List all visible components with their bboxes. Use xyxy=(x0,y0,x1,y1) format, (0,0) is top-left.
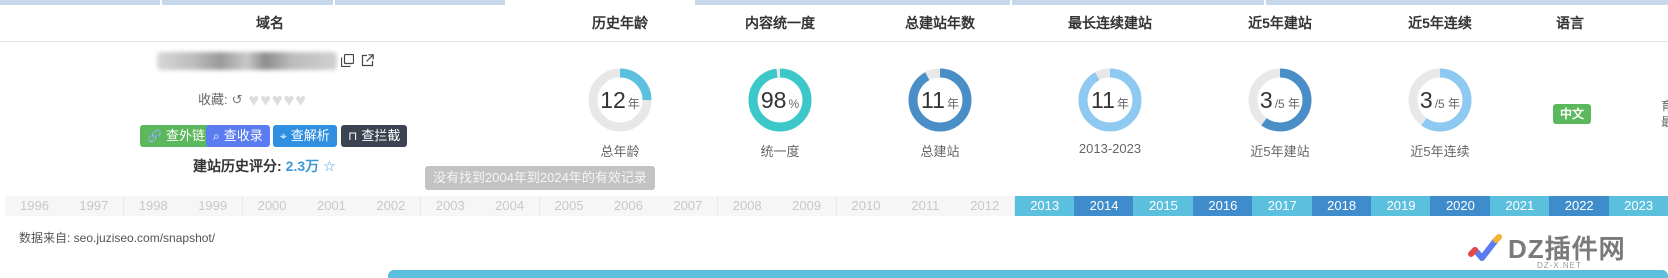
year-cell-2023[interactable]: 2023 xyxy=(1608,196,1668,216)
metric-recent5-continuous: 3/5 年近5年连续 xyxy=(1360,67,1520,187)
year-cell-2007[interactable]: 2007 xyxy=(658,196,719,216)
check-block-label: 查拦截 xyxy=(361,128,401,143)
metric-label: 统一度 xyxy=(760,144,800,159)
heart-rating-icons[interactable]: ♥♥♥♥♥ xyxy=(249,90,307,110)
metric-label: 总建站 xyxy=(920,144,960,159)
check-index-button[interactable]: ⌕ 查收录 xyxy=(206,125,270,147)
favorite-label: 收藏: xyxy=(198,92,228,107)
metric-longest-streak: 11 年 2013-2023 xyxy=(1030,67,1190,187)
check-backlinks-button[interactable]: 🔗 查外链 xyxy=(140,125,212,147)
clipped-column-text: 育 最 xyxy=(1661,99,1668,129)
location-pin-icon: ⌖ xyxy=(280,129,287,143)
metric-content-uniformity: 98% 统一度 xyxy=(700,67,860,187)
metric-number: 12 xyxy=(600,87,626,113)
year-cell-1999[interactable]: 1999 xyxy=(183,196,244,216)
metric-recent5-built: 3/5 年近5年建站 xyxy=(1200,67,1360,187)
external-link-icon[interactable] xyxy=(361,54,374,70)
year-cell-2016[interactable]: 2016 xyxy=(1192,196,1253,216)
year-cell-2009[interactable]: 2009 xyxy=(777,196,838,216)
metric-label: 近5年建站 xyxy=(1250,144,1310,159)
metric-number: 11 xyxy=(1091,87,1115,113)
year-cell-2008[interactable]: 2008 xyxy=(717,196,778,216)
year-cell-2010[interactable]: 2010 xyxy=(836,196,897,216)
score-value: 2.3万 xyxy=(285,158,320,174)
metric-label: 总年龄 xyxy=(600,144,640,159)
watermark-logo-icon xyxy=(1468,234,1502,261)
metric-number: 3 xyxy=(1259,87,1273,113)
year-cell-2014[interactable]: 2014 xyxy=(1074,196,1135,216)
metric-history-age: 12 年总年龄 xyxy=(540,67,700,187)
year-cell-2013[interactable]: 2013 xyxy=(1014,196,1075,216)
metric-unit: 年 xyxy=(1116,97,1129,111)
header-history-age: 历史年龄 xyxy=(592,15,648,31)
year-cell-2022[interactable]: 2022 xyxy=(1549,196,1610,216)
table-header: 域名 历史年龄 内容统一度 总建站年数 最长连续建站 近5年建站 近5年连续 语… xyxy=(0,5,1668,42)
year-cell-1996[interactable]: 1996 xyxy=(5,196,65,216)
watermark-subtitle: DZ-X.NET xyxy=(1537,261,1582,270)
history-score: 建站历史评分: 2.3万 ☆ xyxy=(193,156,336,176)
year-cell-2018[interactable]: 2018 xyxy=(1311,196,1372,216)
metric-value: 11 年 xyxy=(860,87,1020,113)
year-cell-2001[interactable]: 2001 xyxy=(301,196,362,216)
lock-icon: ⊓ xyxy=(348,129,358,143)
year-cell-2004[interactable]: 2004 xyxy=(480,196,541,216)
refresh-icon[interactable]: ↺ xyxy=(232,92,243,107)
copy-icon[interactable] xyxy=(340,53,355,70)
metric-number: 3 xyxy=(1419,87,1433,113)
year-cell-2015[interactable]: 2015 xyxy=(1133,196,1194,216)
check-dns-button[interactable]: ⌖ 查解析 xyxy=(273,125,337,147)
check-block-button[interactable]: ⊓ 查拦截 xyxy=(341,125,408,147)
year-cell-2000[interactable]: 2000 xyxy=(242,196,303,216)
header-content-uniformity: 内容统一度 xyxy=(745,15,815,31)
year-cell-2021[interactable]: 2021 xyxy=(1489,196,1550,216)
watermark: DZ插件网 DZ-X.NET xyxy=(1463,228,1668,275)
year-cell-1997[interactable]: 1997 xyxy=(64,196,125,216)
header-total-years: 总建站年数 xyxy=(905,15,975,31)
metric-value: 11 年 xyxy=(1030,87,1190,113)
year-cell-2020[interactable]: 2020 xyxy=(1430,196,1491,216)
metric-unit: /5 年 xyxy=(1274,97,1301,111)
domain-name-blurred[interactable] xyxy=(157,52,337,70)
search-icon: ⌕ xyxy=(213,129,220,143)
year-cell-2012[interactable]: 2012 xyxy=(955,196,1016,216)
year-cell-2017[interactable]: 2017 xyxy=(1252,196,1313,216)
year-cell-2005[interactable]: 2005 xyxy=(539,196,600,216)
metric-value: 3/5 年 xyxy=(1200,87,1360,113)
star-icon[interactable]: ☆ xyxy=(323,158,336,174)
metric-value: 12 年 xyxy=(540,87,700,113)
favorite-row: 收藏: ↺ ♥♥♥♥♥ xyxy=(198,90,307,110)
header-recent5-continuous: 近5年连续 xyxy=(1408,15,1472,31)
metric-unit: 年 xyxy=(946,97,959,111)
metric-number: 98 xyxy=(760,87,787,113)
metric-unit: /5 年 xyxy=(1434,97,1461,111)
year-timeline: 1996 1997 1998 1999 2000 2001 2002 2003 2004 2005… xyxy=(5,196,1668,216)
check-dns-label: 查解析 xyxy=(290,128,330,143)
metric-unit: 年 xyxy=(627,97,640,111)
metric-value: 98% xyxy=(700,87,860,113)
check-backlinks-label: 查外链 xyxy=(165,128,205,143)
metric-value: 3/5 年 xyxy=(1360,87,1520,113)
metric-number: 11 xyxy=(921,87,945,113)
year-cell-2002[interactable]: 2002 xyxy=(361,196,422,216)
header-language: 语言 xyxy=(1556,15,1584,31)
language-badge: 中文 xyxy=(1553,104,1592,124)
year-cell-2019[interactable]: 2019 xyxy=(1371,196,1432,216)
year-cell-2006[interactable]: 2006 xyxy=(598,196,659,216)
metric-label: 2013-2023 xyxy=(1078,141,1142,156)
score-label: 建站历史评分: xyxy=(193,158,282,174)
metric-unit: % xyxy=(788,97,800,111)
metric-label: 近5年连续 xyxy=(1410,144,1470,159)
link-icon: 🔗 xyxy=(147,129,162,143)
metric-total-years: 11 年总建站 xyxy=(860,67,1020,187)
year-cell-1998[interactable]: 1998 xyxy=(123,196,184,216)
check-index-label: 查收录 xyxy=(223,128,263,143)
header-domain: 域名 xyxy=(256,15,284,31)
year-cell-2011[interactable]: 2011 xyxy=(895,196,956,216)
data-source-note: 数据来自: seo.juziseo.com/snapshot/ xyxy=(19,231,216,245)
year-cell-2003[interactable]: 2003 xyxy=(420,196,481,216)
header-recent5-built: 近5年建站 xyxy=(1248,15,1312,31)
header-longest-streak: 最长连续建站 xyxy=(1068,15,1152,31)
